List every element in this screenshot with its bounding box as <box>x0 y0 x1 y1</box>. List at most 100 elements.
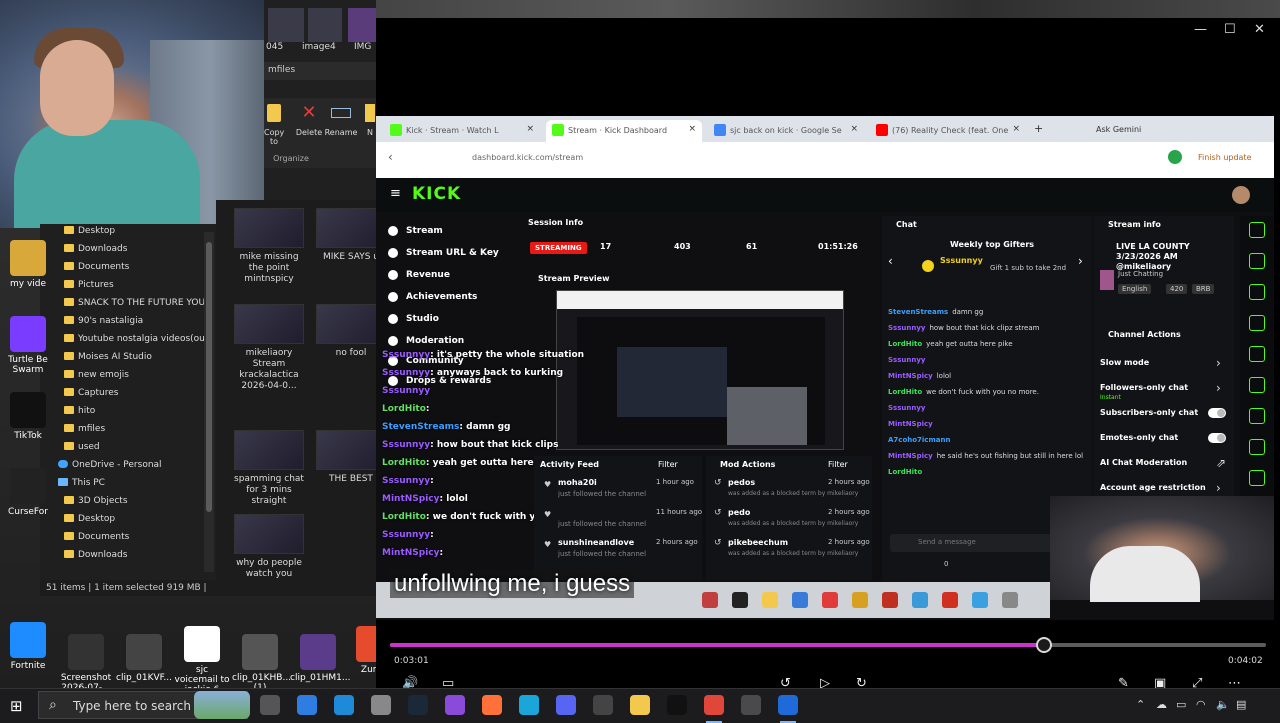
settings-icon[interactable] <box>1249 222 1265 238</box>
maximize-button[interactable]: ☐ <box>1224 22 1236 37</box>
new-button[interactable]: N <box>364 104 376 137</box>
miniplayer-icon[interactable]: ▣ <box>1154 676 1166 688</box>
minimize-button[interactable]: — <box>1194 22 1207 37</box>
chat-icon[interactable] <box>1249 346 1265 362</box>
nav-item[interactable]: Moises AI Studio <box>64 352 152 362</box>
battery-icon[interactable]: ▭ <box>1176 698 1186 711</box>
nav-item[interactable]: new emojis <box>64 370 129 380</box>
start-icon[interactable]: ⊞ <box>10 697 23 715</box>
file-tile[interactable]: why do people watch you <box>234 514 304 580</box>
toggle-switch[interactable] <box>1208 433 1226 443</box>
edge-icon[interactable] <box>519 695 539 715</box>
tray-expand-icon[interactable]: ⌃ <box>1136 698 1145 711</box>
desktop-icon[interactable]: clip_01KVF... <box>116 634 172 683</box>
nav-item[interactable]: 90's nastaligia <box>64 316 143 326</box>
browser-tab[interactable]: Kick · Stream · Watch L × <box>384 120 540 142</box>
kick-nav-item[interactable]: Studio <box>388 314 439 324</box>
widget-thumbnail[interactable] <box>194 691 250 719</box>
nav-item[interactable]: Youtube nostalgia videos(our <box>64 334 209 344</box>
nav-item[interactable]: OneDrive - Personal <box>58 460 162 470</box>
tab-close-icon[interactable]: × <box>850 124 858 134</box>
desktop-icon[interactable]: Turtle Be Swarm <box>0 316 56 375</box>
nav-item[interactable]: Desktop <box>64 514 115 524</box>
network-icon[interactable]: ☁ <box>1156 698 1167 711</box>
tab-close-icon[interactable]: × <box>688 124 696 134</box>
tiktok-icon[interactable] <box>667 695 687 715</box>
browser-tab[interactable]: (76) Reality Check (feat. One × <box>870 120 1026 142</box>
gifter-next-icon[interactable]: › <box>1078 254 1083 268</box>
wand-icon[interactable] <box>1249 470 1265 486</box>
toggle-switch[interactable] <box>1208 408 1226 418</box>
scrollbar-thumb[interactable] <box>206 242 212 512</box>
nav-item[interactable]: Documents <box>64 262 129 272</box>
skip-forward-icon[interactable]: ↻ <box>856 676 867 688</box>
nav-item[interactable]: SNACK TO THE FUTURE YOUT <box>64 298 211 308</box>
list-icon[interactable] <box>1249 439 1265 455</box>
mod-filter-button[interactable]: Filter <box>828 460 848 469</box>
nav-item[interactable]: Captures <box>64 388 118 398</box>
gifter-prev-icon[interactable]: ‹ <box>888 254 893 268</box>
mail-icon[interactable] <box>334 695 354 715</box>
file-thumb[interactable] <box>308 8 342 42</box>
store-icon[interactable] <box>297 695 317 715</box>
nav-item[interactable]: hito <box>64 406 95 416</box>
file-tile[interactable]: mikeliaory Stream krackalactica 2026-04-… <box>234 304 304 392</box>
lightning-icon[interactable] <box>1249 315 1265 331</box>
edit-icon[interactable]: ✎ <box>1118 676 1129 688</box>
activity-filter-button[interactable]: Filter <box>658 460 678 469</box>
nav-item[interactable]: Downloads <box>64 244 127 254</box>
discord-icon[interactable] <box>556 695 576 715</box>
nav-item[interactable]: Documents <box>64 532 129 542</box>
tab-close-icon[interactable]: × <box>1012 124 1020 134</box>
settings-icon[interactable] <box>371 695 391 715</box>
kick-nav-item[interactable]: Stream URL & Key <box>388 248 499 258</box>
desktop-icon[interactable]: CurseFor <box>0 468 56 517</box>
volume-icon[interactable]: 🔊 <box>402 676 418 688</box>
speaker-icon[interactable]: 🔈 <box>1216 698 1230 711</box>
steam-icon[interactable] <box>408 695 428 715</box>
nav-item[interactable]: This PC <box>58 478 105 488</box>
channel-action-row[interactable]: Slow mode › <box>1094 356 1234 378</box>
expand-icon[interactable] <box>1249 284 1265 300</box>
channel-action-row[interactable]: Followers-only chat Instant › <box>1094 381 1234 403</box>
kick-nav-item[interactable]: Stream <box>388 226 443 236</box>
desktop-icon[interactable]: clip_01KHB... (1) <box>232 634 291 688</box>
speech-icon[interactable] <box>1249 377 1265 393</box>
wifi-icon[interactable]: ◠ <box>1196 698 1206 711</box>
nav-item[interactable]: used <box>64 442 100 452</box>
send-message-input[interactable]: Send a message <box>890 534 1052 552</box>
file-explorer-icon[interactable] <box>630 695 650 715</box>
obs-icon[interactable] <box>593 695 613 715</box>
nav-item[interactable]: 3D Objects <box>64 496 128 506</box>
file-thumb[interactable] <box>348 8 376 42</box>
nav-item[interactable]: mfiles <box>64 424 105 434</box>
file-tile[interactable]: mike missing the point mintnspicy <box>234 208 304 285</box>
browser-tab[interactable]: sjc back on kick · Google Se × <box>708 120 864 142</box>
task-view-icon[interactable] <box>260 695 280 715</box>
nav-item[interactable]: Desktop <box>64 226 115 236</box>
visual-studio-icon[interactable] <box>445 695 465 715</box>
chrome-icon[interactable] <box>704 695 724 723</box>
new-tab-icon[interactable]: + <box>1034 122 1043 135</box>
fullscreen-icon[interactable]: ⤢ <box>1192 676 1202 688</box>
desktop-icon[interactable]: my vide <box>0 240 56 289</box>
captions-icon[interactable]: ▭ <box>442 676 454 688</box>
nav-item[interactable]: Pictures <box>64 280 114 290</box>
file-thumb[interactable] <box>268 8 304 42</box>
file-tile[interactable]: spamming chat for 3 mins straight <box>234 430 304 507</box>
desktop-icon[interactable]: sjc voicemail to jackie 6 <box>174 626 230 688</box>
firefox-icon[interactable] <box>482 695 502 715</box>
desktop-icon[interactable]: TikTok <box>0 392 56 441</box>
media-player-icon[interactable] <box>778 695 798 723</box>
tab-close-icon[interactable]: × <box>526 124 534 134</box>
channel-action-row[interactable]: Subscribers-only chat <box>1094 406 1234 428</box>
desktop-icon[interactable]: Screenshot 2026-07-... <box>58 634 114 688</box>
delete-button[interactable]: ✕ Delete <box>294 104 324 138</box>
kick-nav-item[interactable]: Moderation <box>388 336 464 346</box>
skip-back-icon[interactable]: ↺ <box>780 676 791 688</box>
rename-button[interactable]: Rename <box>324 104 358 137</box>
browser-tab[interactable]: Stream · Kick Dashboard × <box>546 120 702 142</box>
nav-item[interactable]: Downloads <box>64 550 127 560</box>
split-icon[interactable] <box>1249 408 1265 424</box>
desktop-icon[interactable]: Fortnite <box>0 622 56 671</box>
